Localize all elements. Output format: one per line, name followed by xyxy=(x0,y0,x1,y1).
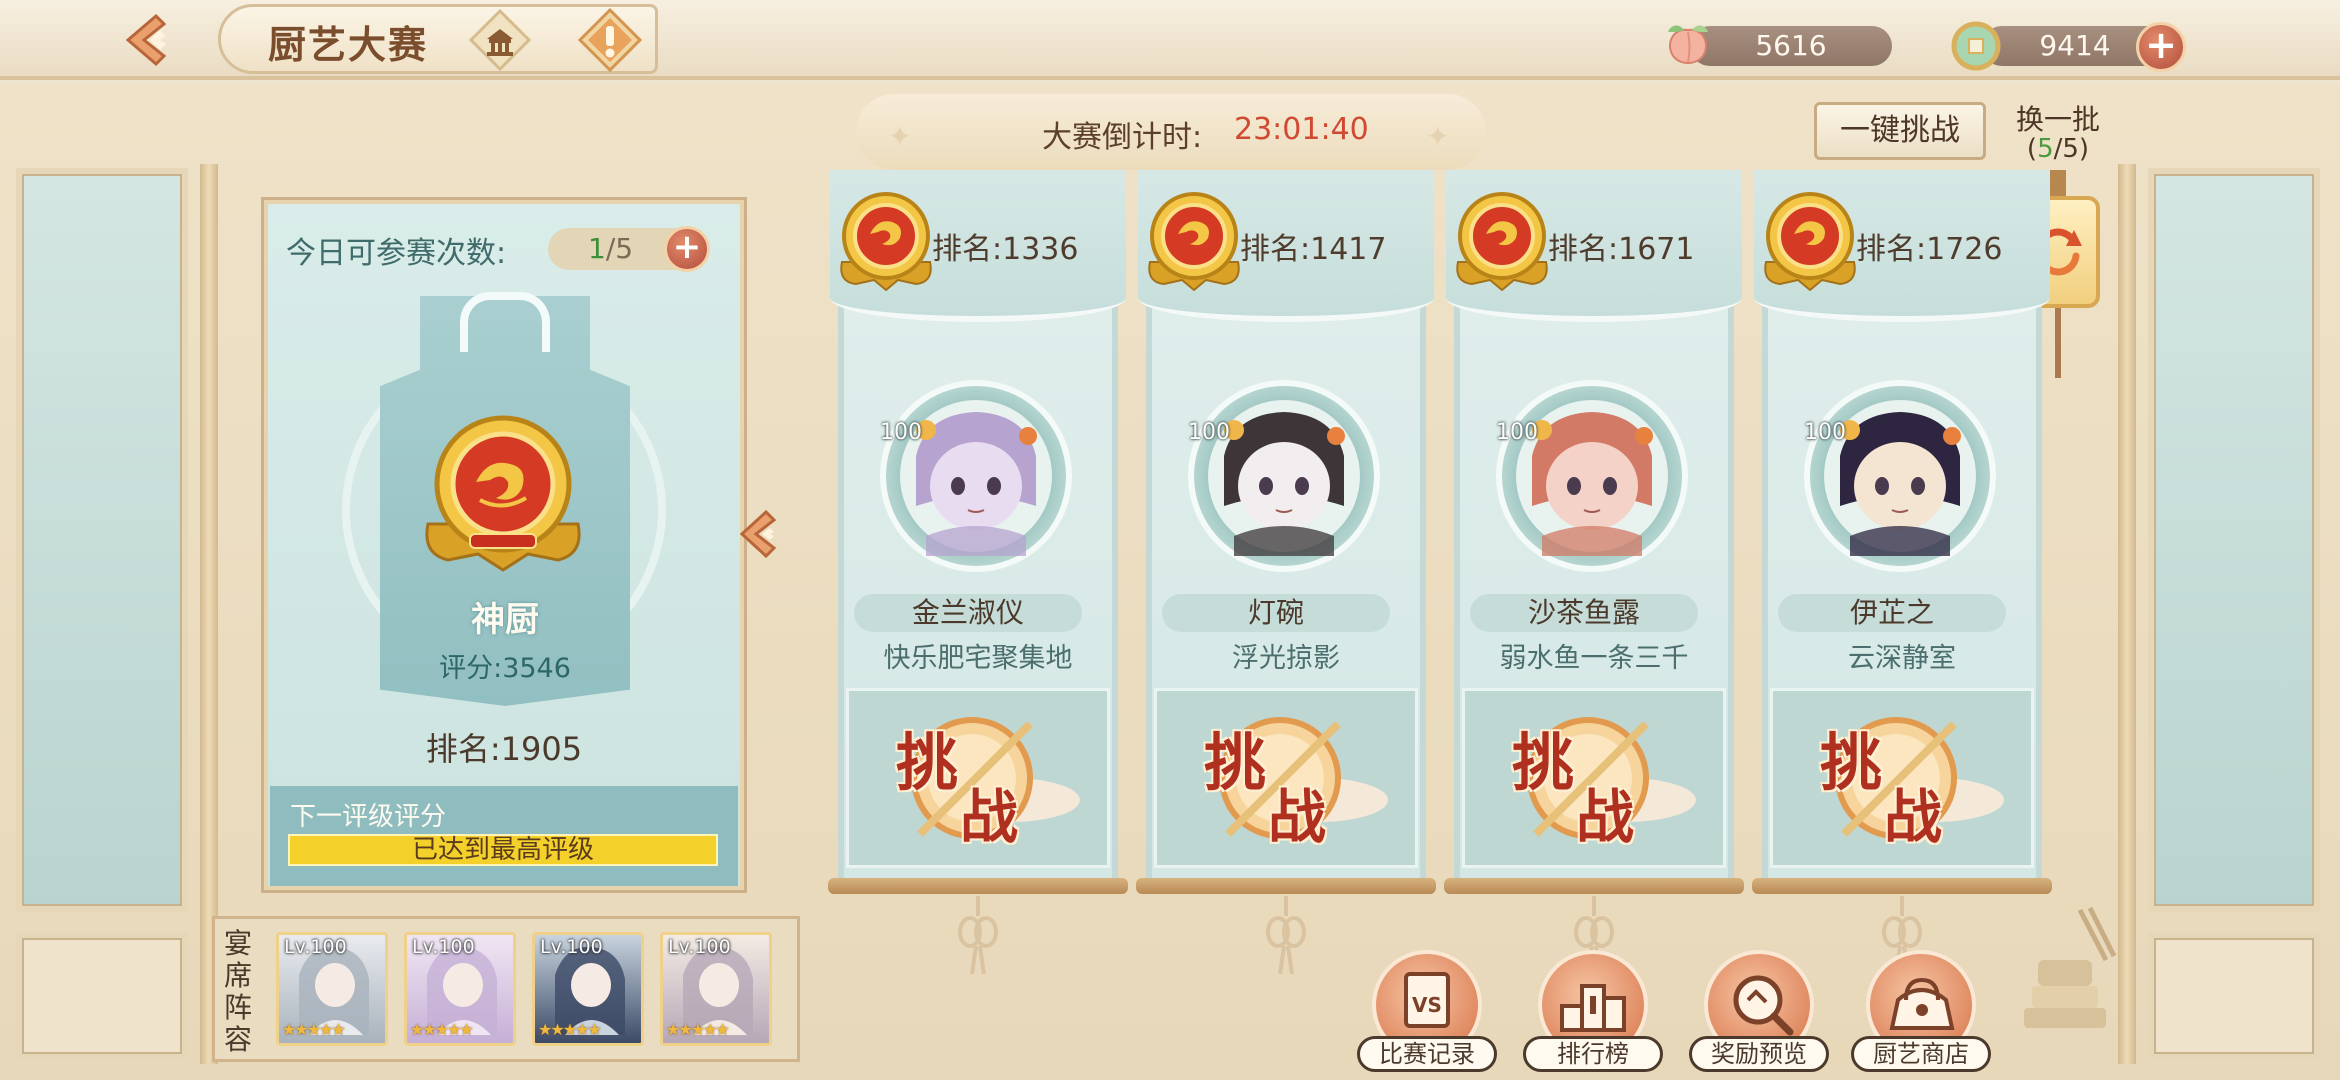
back-arrow-icon xyxy=(125,13,167,67)
challenge-label-2: 战 xyxy=(960,783,1019,851)
opponent-scroll-rod xyxy=(1444,878,1744,894)
hanging-knot-icon xyxy=(1256,896,1316,976)
next-grade-label: 下一评级评分 xyxy=(290,802,447,832)
rules-button[interactable] xyxy=(578,8,642,72)
lantern-cap xyxy=(2050,170,2066,198)
player-rank: 排名:1905 xyxy=(425,730,583,768)
chef-rank-badge-icon xyxy=(425,415,581,572)
rank-badge-icon xyxy=(834,186,938,294)
opponent-name: 灯碗 xyxy=(1162,594,1390,632)
rank-badge-icon xyxy=(1142,186,1246,294)
chibi-portrait-icon xyxy=(1824,400,1976,556)
opponent-name: 伊芷之 xyxy=(1778,594,2006,632)
refresh-remaining: 5 xyxy=(2037,134,2054,164)
challenge-label-2: 战 xyxy=(1268,783,1327,851)
rank-badge-icon xyxy=(1450,186,1554,294)
peach-amount: 5616 xyxy=(1755,29,1827,62)
next-grade-status: 已达到最高评级 xyxy=(288,834,718,866)
hero-stars-icon: ★★★★★ xyxy=(666,1020,730,1039)
attempts-used: 1 xyxy=(588,232,606,265)
bottom-nav-label[interactable]: 排行榜 xyxy=(1523,1036,1663,1072)
opponent-guild: 云深静室 xyxy=(1848,643,1956,674)
left-lower-panel xyxy=(16,932,188,1060)
one-key-challenge-button[interactable]: 一键挑战 xyxy=(1814,102,1986,160)
challenge-label-1: 挑 xyxy=(1512,726,1575,799)
opponent-scroll-rod xyxy=(1136,878,1436,894)
refresh-count-rest: /5) xyxy=(2053,134,2090,164)
lantern-tassel xyxy=(2055,308,2061,378)
rank-badge-icon xyxy=(1758,186,1862,294)
exclamation-icon xyxy=(578,8,642,72)
opponent-rank: 排名:1671 xyxy=(1548,232,1695,267)
opponent-rank: 排名:1726 xyxy=(1856,232,2003,267)
hero-level: Lv.100 xyxy=(540,936,603,958)
opponent-guild: 弱水鱼一条三千 xyxy=(1499,643,1689,674)
bottom-nav-label[interactable]: 厨艺商店 xyxy=(1851,1036,1991,1072)
opponent-avatar[interactable] xyxy=(1188,380,1380,572)
refresh-count-open: ( xyxy=(2026,134,2038,164)
opponent-rank: 排名:1336 xyxy=(932,232,1079,267)
palace-icon xyxy=(469,9,531,71)
challenge-label-1: 挑 xyxy=(1820,726,1883,799)
add-attempts-button[interactable]: + xyxy=(664,226,710,272)
hero-level: Lv.100 xyxy=(412,936,475,958)
opponent-guild: 快乐肥宅聚集地 xyxy=(883,643,1073,674)
hero-level: Lv.100 xyxy=(284,936,347,958)
sparkle-right-icon: ✦ xyxy=(1426,120,1450,153)
opponent-avatar[interactable] xyxy=(880,380,1072,572)
bottom-nav-label[interactable]: 奖励预览 xyxy=(1689,1036,1829,1072)
countdown-time: 23:01:40 xyxy=(1234,112,1369,147)
add-coin-button[interactable]: + xyxy=(2136,22,2186,72)
attempts-total: /5 xyxy=(605,232,634,265)
opponent-rank: 排名:1417 xyxy=(1240,232,1387,267)
collapse-arrow-icon[interactable] xyxy=(736,508,788,560)
rank-title: 神厨 xyxy=(471,600,539,640)
hero-stars-icon: ★★★★★ xyxy=(538,1020,602,1039)
challenge-label-2: 战 xyxy=(1576,783,1635,851)
opponent-level: 100 xyxy=(880,420,922,445)
opponent-avatar[interactable] xyxy=(1496,380,1688,572)
back-button[interactable] xyxy=(118,8,182,72)
opponent-guild: 浮光掠影 xyxy=(1232,643,1340,674)
chibi-portrait-icon xyxy=(900,400,1052,556)
opponent-avatar[interactable] xyxy=(1804,380,1996,572)
attempts-label: 今日可参赛次数: xyxy=(286,236,507,271)
opponent-scroll-rod xyxy=(1752,878,2052,894)
challenge-label-2: 战 xyxy=(1884,783,1943,851)
palace-info-button[interactable] xyxy=(468,8,532,72)
opponent-name: 金兰淑仪 xyxy=(854,594,1082,632)
banquet-lineup-label: 宴席阵容 xyxy=(224,927,253,1056)
page-title: 厨艺大赛 xyxy=(268,22,429,67)
hero-level: Lv.100 xyxy=(668,936,731,958)
peach-currency-bar: 5616 xyxy=(1690,26,1892,66)
svg-text:VS: VS xyxy=(1412,993,1442,1017)
jade-coin-icon xyxy=(1948,18,2004,74)
right-screen-panel xyxy=(2148,168,2320,912)
chibi-portrait-icon xyxy=(1516,400,1668,556)
opponent-level: 100 xyxy=(1496,420,1538,445)
challenge-label-1: 挑 xyxy=(1204,726,1267,799)
countdown-label: 大赛倒计时: xyxy=(1042,120,1203,155)
refresh-batch-label: 换一批 xyxy=(2015,103,2100,136)
player-score: 评分:3546 xyxy=(439,653,571,684)
opponent-scroll-rod xyxy=(828,878,1128,894)
plate-stack-decoration xyxy=(2024,906,2117,1028)
sparkle-left-icon: ✦ xyxy=(888,120,912,153)
hero-stars-icon: ★★★★★ xyxy=(282,1020,346,1039)
hero-stars-icon: ★★★★★ xyxy=(410,1020,474,1039)
bottom-nav-label[interactable]: 比赛记录 xyxy=(1357,1036,1497,1072)
left-screen-panel xyxy=(16,168,188,912)
opponent-level: 100 xyxy=(1188,420,1230,445)
right-lower-panel xyxy=(2148,932,2320,1060)
refresh-count: (5/5) xyxy=(2008,134,2108,164)
coin-amount: 9414 xyxy=(2039,29,2111,62)
apron-strap xyxy=(460,292,550,352)
hanging-knot-icon xyxy=(948,896,1008,976)
chibi-portrait-icon xyxy=(1208,400,1360,556)
wood-pillar-right xyxy=(2118,164,2136,1064)
opponent-name: 沙茶鱼露 xyxy=(1470,594,1698,632)
peach-icon xyxy=(1660,18,1716,74)
opponent-level: 100 xyxy=(1804,420,1846,445)
challenge-label-1: 挑 xyxy=(896,726,959,799)
